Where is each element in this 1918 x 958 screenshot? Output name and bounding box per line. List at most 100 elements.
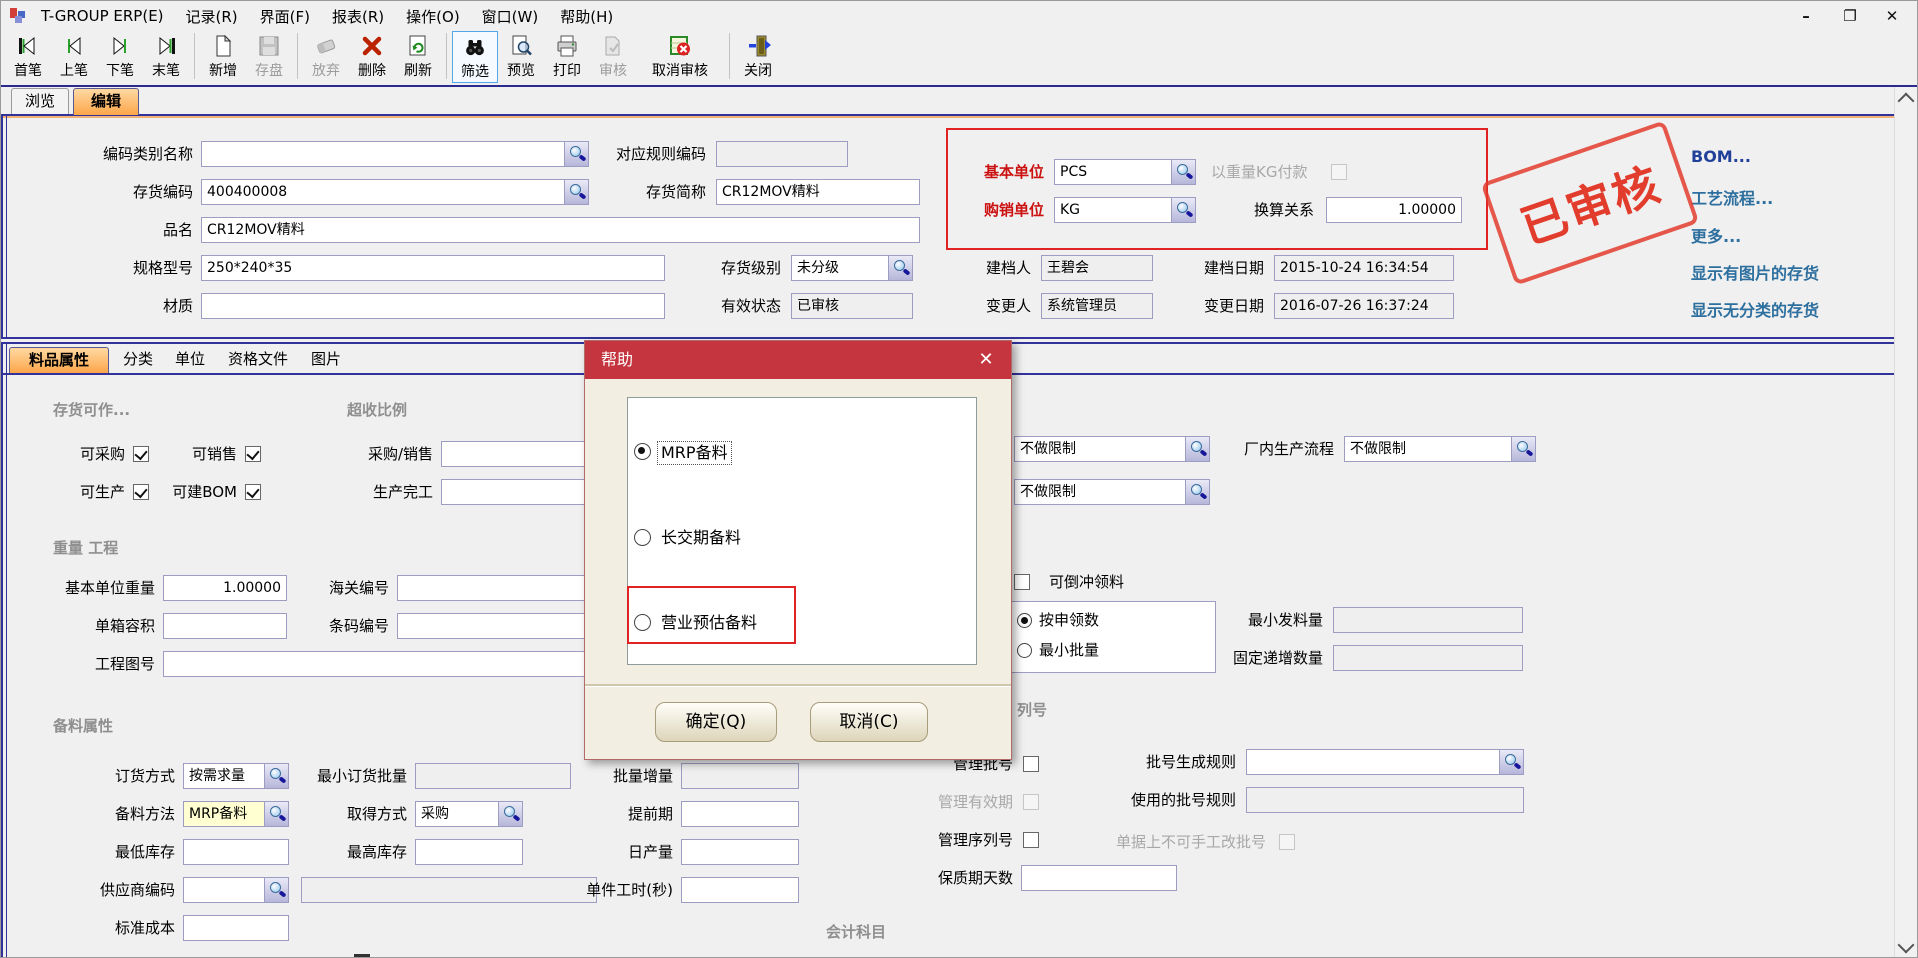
shelf-life-field[interactable] — [1021, 865, 1177, 891]
issue-min-batch-radio[interactable] — [1017, 643, 1032, 658]
new-button[interactable]: 新增 — [200, 31, 246, 83]
long-lead-prep-radio[interactable] — [634, 529, 651, 546]
refresh-button[interactable]: 刷新 — [395, 31, 441, 83]
section-weight: 重量 工程 — [53, 537, 118, 558]
link-show-with-image[interactable]: 显示有图片的存货 — [1691, 260, 1819, 284]
issue-by-request-radio[interactable] — [1017, 613, 1032, 628]
next-record-button[interactable]: 下笔 — [97, 31, 143, 83]
menu-window[interactable]: 窗口(W) — [482, 6, 539, 27]
restore-button[interactable]: ❐ — [1835, 5, 1865, 27]
manage-batch-checkbox[interactable] — [1023, 756, 1039, 772]
std-cost-label: 标准成本 — [101, 915, 175, 941]
modifier-field: 系统管理员 — [1041, 293, 1153, 319]
ok-button[interactable]: 确定(Q) — [655, 702, 777, 742]
preview-button[interactable]: 预览 — [498, 31, 544, 83]
order-mode-field[interactable]: 按需求量 — [183, 763, 289, 789]
menu-record[interactable]: 记录(R) — [186, 6, 238, 27]
manage-expiry-checkbox — [1023, 794, 1039, 810]
link-bom[interactable]: BOM... — [1691, 147, 1751, 166]
max-stock-field[interactable] — [415, 839, 523, 865]
subtab-image[interactable]: 图片 — [303, 347, 349, 373]
supplier-name-field — [301, 877, 597, 903]
min-stock-field[interactable] — [183, 839, 289, 865]
section-over-receive: 超收比例 — [347, 399, 407, 420]
menu-app[interactable]: T-GROUP ERP(E) — [41, 7, 164, 25]
batch-rule-label: 批号生成规则 — [1126, 749, 1236, 775]
tab-browse[interactable]: 浏览 — [11, 88, 69, 115]
item-short-field[interactable]: CR12MOV精料 — [716, 179, 920, 205]
code-category-field[interactable] — [201, 141, 589, 167]
acquire-mode-field[interactable]: 采购 — [415, 801, 523, 827]
lookup-icon[interactable] — [1499, 749, 1524, 775]
cancel-audit-icon — [667, 33, 693, 63]
scroll-up-icon[interactable] — [1898, 93, 1915, 110]
filter-button[interactable]: 筛选 — [452, 31, 498, 83]
print-button[interactable]: 打印 — [544, 31, 590, 83]
batch-rule-field[interactable] — [1246, 749, 1524, 775]
link-more[interactable]: 更多... — [1691, 223, 1741, 247]
can-bom-checkbox[interactable] — [245, 484, 261, 500]
menu-interface[interactable]: 界面(F) — [260, 6, 310, 27]
subtab-unit[interactable]: 单位 — [167, 347, 213, 373]
menu-help[interactable]: 帮助(H) — [560, 6, 613, 27]
lookup-icon[interactable] — [264, 763, 289, 789]
restriction-dropdown-2[interactable]: 不做限制 — [1014, 479, 1210, 505]
menu-operation[interactable]: 操作(O) — [406, 6, 460, 27]
first-record-button[interactable]: 首笔 — [5, 31, 51, 83]
item-code-field[interactable]: 400400008 — [201, 179, 589, 205]
last-record-button[interactable]: 末笔 — [143, 31, 189, 83]
level-field[interactable]: 未分级 — [791, 255, 913, 281]
over-finish-label: 生产完工 — [341, 479, 433, 505]
prev-record-button[interactable]: 上笔 — [51, 31, 97, 83]
prep-method-field[interactable]: MRP备料 — [183, 801, 289, 827]
restriction-dropdown-1[interactable]: 不做限制 — [1014, 436, 1210, 462]
lookup-icon[interactable] — [498, 801, 523, 827]
backflush-checkbox[interactable] — [1014, 574, 1030, 590]
unit-hours-field[interactable] — [681, 877, 799, 903]
mrp-prep-label[interactable]: MRP备料 — [657, 441, 732, 465]
cancel-button[interactable]: 取消(C) — [810, 702, 928, 742]
base-weight-field[interactable]: 1.00000 — [163, 575, 287, 601]
lookup-icon[interactable] — [564, 179, 589, 205]
can-sell-checkbox[interactable] — [245, 446, 261, 462]
std-cost-field[interactable] — [183, 915, 289, 941]
link-show-unclassified[interactable]: 显示无分类的存货 — [1691, 297, 1819, 321]
box-volume-field[interactable] — [163, 613, 287, 639]
long-lead-prep-label[interactable]: 长交期备料 — [661, 527, 741, 549]
menu-report[interactable]: 报表(R) — [332, 6, 384, 27]
supplier-code-field[interactable] — [183, 877, 289, 903]
minimize-button[interactable]: – — [1791, 5, 1821, 27]
close-form-button[interactable]: 关闭 — [735, 31, 781, 83]
lookup-icon[interactable] — [264, 877, 289, 903]
mrp-prep-radio[interactable] — [634, 443, 651, 460]
cancel-audit-button[interactable]: 取消审核 — [636, 31, 724, 83]
lookup-icon[interactable] — [888, 255, 913, 281]
can-buy-checkbox[interactable] — [133, 446, 149, 462]
daily-output-field[interactable] — [681, 839, 799, 865]
used-batch-rule-label: 使用的批号规则 — [1109, 787, 1236, 813]
material-field[interactable] — [201, 293, 665, 319]
lead-time-field[interactable] — [681, 801, 799, 827]
lookup-icon[interactable] — [264, 801, 289, 827]
scroll-down-icon[interactable] — [1898, 937, 1915, 954]
dialog-close-icon[interactable]: ✕ — [971, 341, 1001, 379]
item-name-field[interactable]: CR12MOV精料 — [201, 217, 920, 243]
manage-serial-checkbox[interactable] — [1023, 832, 1039, 848]
nav-next-icon — [107, 33, 133, 63]
tab-edit[interactable]: 编辑 — [73, 88, 139, 115]
lookup-icon[interactable] — [1185, 479, 1210, 505]
link-process-flow[interactable]: 工艺流程... — [1691, 185, 1773, 209]
subtab-qualification[interactable]: 资格文件 — [219, 347, 297, 373]
subtab-item-attrs[interactable]: 料品属性 — [9, 347, 109, 373]
save-floppy-icon — [256, 33, 282, 63]
can-make-checkbox[interactable] — [133, 484, 149, 500]
factory-flow-dropdown[interactable]: 不做限制 — [1344, 436, 1536, 462]
close-window-button[interactable]: ✕ — [1877, 5, 1907, 27]
lookup-icon[interactable] — [1511, 436, 1536, 462]
delete-x-icon — [359, 33, 385, 63]
spec-field[interactable]: 250*240*35 — [201, 255, 665, 281]
delete-button[interactable]: 删除 — [349, 31, 395, 83]
lookup-icon[interactable] — [1185, 436, 1210, 462]
subtab-category[interactable]: 分类 — [115, 347, 161, 373]
vertical-scrollbar[interactable] — [1894, 87, 1917, 958]
